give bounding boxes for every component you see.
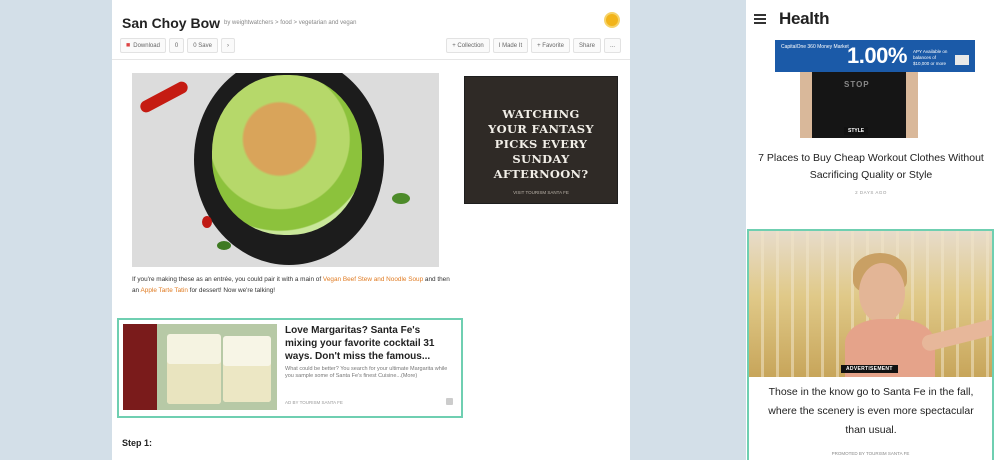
mobile-page: Health CapitalOne 360 Money Market 1.00%…	[746, 0, 996, 460]
favorite-button[interactable]: + Favorite	[531, 38, 570, 53]
advertisement-tag: ADVERTISEMENT	[841, 365, 898, 373]
glass	[223, 336, 271, 402]
save-button[interactable]: 0 Save	[187, 38, 218, 53]
ad-footer: VISIT TOURISM SANTA FE	[513, 190, 569, 195]
recipe-toolbar: ■ Download 0 0 Save › + Collection I Made…	[120, 38, 624, 53]
margarita-image	[123, 324, 277, 410]
page-title: San Choy Bow	[122, 15, 221, 31]
banner-brand: CapitalOne 360 Money Market	[781, 44, 849, 50]
avatar[interactable]	[604, 12, 620, 28]
banner-note: APY Available on balances of $10,000 or …	[913, 49, 948, 66]
sponsored-text[interactable]: Those in the know go to Santa Fe in the …	[757, 383, 985, 440]
chili-pepper	[138, 79, 190, 115]
more-button[interactable]: ...	[603, 38, 621, 53]
site-logo[interactable]: Health	[779, 9, 829, 29]
banner-cta[interactable]	[955, 55, 969, 65]
category-tag: STYLE	[844, 127, 869, 135]
shirt-print: STOP	[844, 80, 870, 89]
article-headline[interactable]: 7 Places to Buy Cheap Workout Clothes Wi…	[758, 150, 984, 184]
sponsored-card[interactable]: ADVERTISEMENT Those in the know go to Sa…	[747, 229, 994, 460]
recipe-paragraph: If you're making these as an entrée, you…	[132, 276, 450, 294]
collection-button[interactable]: + Collection	[446, 38, 490, 53]
step-heading: Step 1:	[122, 438, 153, 448]
save-more-button[interactable]: ›	[220, 38, 235, 53]
adchoices-icon[interactable]	[446, 398, 453, 405]
count-button[interactable]: 0	[168, 38, 185, 53]
made-it-button[interactable]: I Made It	[492, 38, 529, 53]
lettuce-cup	[212, 75, 362, 235]
banner-rate: 1.00%	[847, 43, 907, 68]
native-ad-card[interactable]: Love Margaritas? Santa Fe's mixing your …	[117, 318, 463, 418]
share-button[interactable]: Share	[572, 38, 601, 53]
article-image[interactable]: STOP STYLE	[746, 72, 996, 138]
byline[interactable]: by weightwatchers > food > vegetarian an…	[224, 20, 356, 26]
article-date: 2 DAYS AGO	[855, 190, 887, 195]
pdf-icon: ■	[126, 42, 131, 49]
sponsored-image	[749, 231, 992, 377]
promoted-by: PROMOTED BY TOURISM SANTA FE	[831, 451, 910, 456]
recipe-header: San Choy Bow by weightwatchers > food > …	[112, 0, 630, 60]
chili-piece	[202, 216, 212, 228]
recipe-hero-image	[132, 73, 439, 267]
link-vegan-stew[interactable]: Vegan Beef Stew and Noodle Soup	[323, 276, 423, 283]
ad-headline: WATCHING YOUR FANTASY PICKS EVERY SUNDAY…	[488, 107, 594, 181]
mobile-header: Health	[746, 0, 996, 38]
download-button[interactable]: ■ Download	[120, 38, 166, 53]
native-ad-sponsor: AD BY TOURISM SANTA FE	[285, 400, 343, 405]
article-card[interactable]: 7 Places to Buy Cheap Workout Clothes Wi…	[746, 138, 996, 228]
chevron-icon: ›	[226, 42, 229, 49]
link-apple-tarte[interactable]: Apple Tarte Tatin	[141, 287, 188, 294]
native-ad-body: What could be better? You search for you…	[285, 366, 448, 379]
desktop-page: San Choy Bow by weightwatchers > food > …	[112, 0, 630, 460]
herb-leaf	[217, 241, 231, 250]
glass	[167, 334, 221, 404]
menu-icon[interactable]	[754, 14, 766, 24]
banner-ad[interactable]: CapitalOne 360 Money Market 1.00% APY Av…	[775, 40, 975, 72]
native-ad-title[interactable]: Love Margaritas? Santa Fe's mixing your …	[285, 324, 455, 363]
herb-leaf	[392, 193, 410, 204]
display-ad[interactable]: WATCHING YOUR FANTASY PICKS EVERY SUNDAY…	[464, 76, 618, 204]
